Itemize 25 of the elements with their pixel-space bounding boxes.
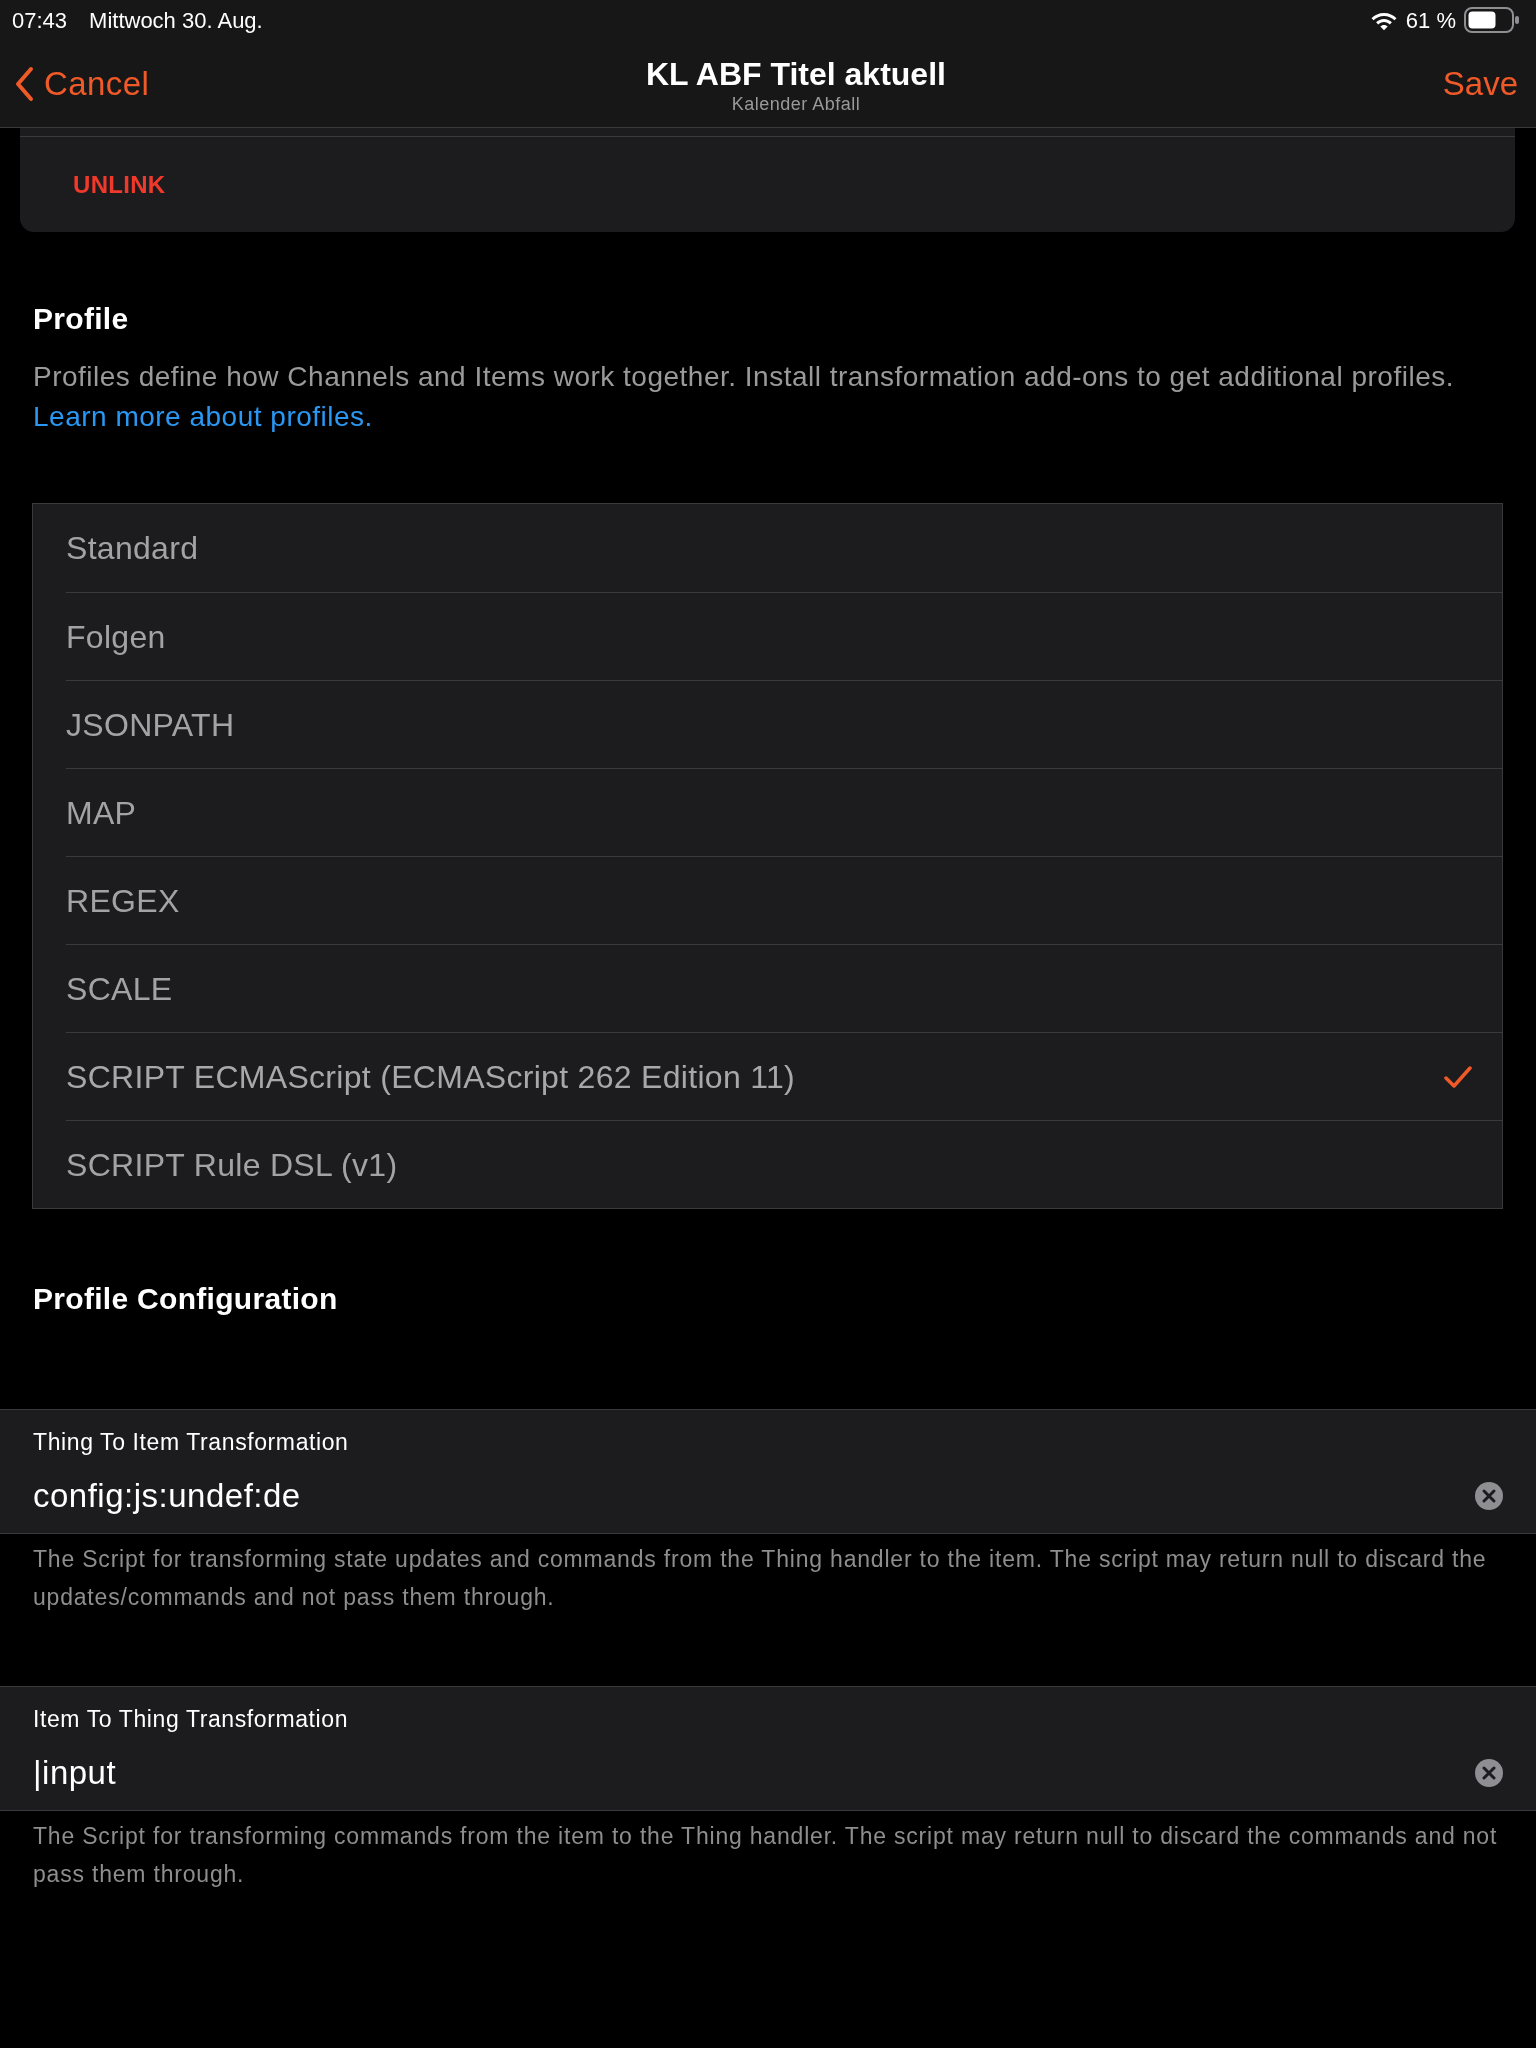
save-button[interactable]: Save bbox=[1442, 58, 1522, 109]
clear-icon bbox=[1475, 1482, 1503, 1510]
battery-percent: 61 % bbox=[1405, 6, 1456, 35]
status-time: 07:43 bbox=[12, 6, 68, 35]
clear-icon bbox=[1475, 1759, 1503, 1787]
field-label: Thing To Item Transformation bbox=[33, 1429, 349, 1455]
checkmark-icon bbox=[1444, 1065, 1472, 1088]
input-field[interactable]: |input bbox=[0, 1748, 1536, 1798]
field-help-text: The Script for transforming commands from the item to the Thing handler. The script may return null to discard the commands and not pass them through. bbox=[33, 1822, 1499, 1889]
section-heading: Profile bbox=[33, 302, 130, 336]
battery-icon bbox=[1464, 7, 1520, 33]
learn-more-link[interactable]: Learn more about profiles. bbox=[33, 401, 373, 432]
section-description: Profiles define how Channels and Items work together. Install transformation add-ons to get additional profiles. bbox=[33, 360, 1455, 394]
input-field[interactable]: config:js:undef:de bbox=[0, 1471, 1536, 1521]
chevron-left-icon bbox=[14, 65, 34, 102]
cancel-button[interactable]: Cancel bbox=[14, 58, 150, 109]
unlink-button[interactable]: UNLINK bbox=[73, 166, 166, 203]
window-title: KL ABF Titel aktuell bbox=[646, 54, 946, 93]
status-date: Mittwoch 30. Aug. bbox=[89, 6, 263, 35]
clear-button[interactable] bbox=[1475, 1759, 1503, 1787]
field-label: Item To Thing Transformation bbox=[33, 1706, 349, 1732]
clear-button[interactable] bbox=[1475, 1482, 1503, 1510]
field-help-text: The Script for transforming state updates and commands from the Thing handler to the item. The script may return null to discard the updates/commands and not pass them through. bbox=[33, 1545, 1488, 1612]
section-heading: Profile Configuration bbox=[33, 1282, 339, 1316]
window-subtitle: Kalender Abfall bbox=[731, 92, 861, 115]
